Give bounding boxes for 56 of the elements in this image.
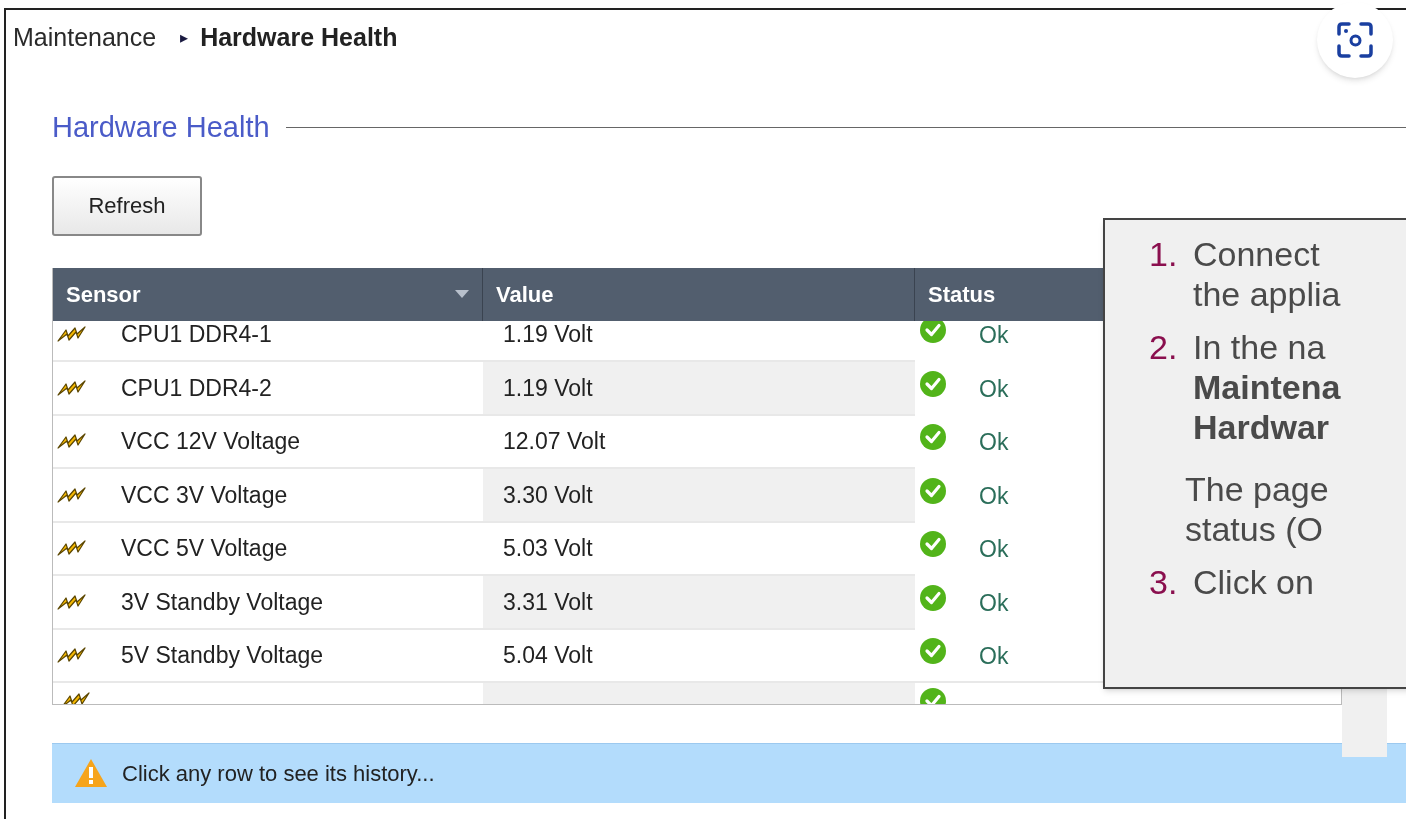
scan-icon[interactable] [1317, 2, 1393, 78]
step-text: Click on [1193, 562, 1314, 602]
status-cell-text: Ok [979, 642, 1009, 671]
page-title: Hardware Health [200, 22, 398, 54]
check-circle-icon [919, 369, 947, 398]
voltage-icon [61, 691, 91, 704]
sensor-cell-text: CPU1 DDR4-1 [121, 320, 272, 349]
value-cell-text: 3.31 Volt [503, 587, 593, 617]
sensor-cell-text: VCC 12V Voltage [121, 427, 300, 456]
step-note: The page [1185, 469, 1330, 509]
step-number: 2. [1148, 327, 1179, 368]
step-note: status (O [1185, 509, 1324, 549]
value-cell-text: 1.19 Volt [503, 320, 593, 349]
step-number: 1. [1148, 234, 1179, 275]
voltage-icon [57, 592, 87, 611]
step-text: the applia [1193, 274, 1341, 314]
value-cell-text: 5.03 Volt [503, 534, 593, 563]
check-circle-icon [919, 583, 947, 612]
step-text: In the na [1193, 327, 1327, 367]
status-cell-text: Ok [979, 535, 1009, 564]
check-circle-icon [919, 637, 947, 666]
voltage-icon [57, 485, 87, 504]
sensor-cell-text: 3V Standby Voltage [121, 587, 324, 617]
status-cell-text: Ok [979, 374, 1009, 404]
breadcrumb-link[interactable]: Maintenance [13, 19, 157, 57]
status-cell-text: Ok [979, 481, 1009, 511]
sensor-cell-text: 5V Standby Voltage [121, 641, 324, 670]
voltage-icon [57, 378, 87, 397]
sensor-cell-text: CPU1 DDR4-2 [121, 373, 272, 403]
breadcrumb-separator: ▸ [180, 28, 189, 48]
step-text: Hardwar [1193, 407, 1331, 447]
sensor-cell-text: VCC 3V Voltage [121, 480, 288, 510]
status-cell-text: Ok [979, 588, 1009, 618]
info-message: Click any row to see its history... [122, 759, 435, 788]
column-header[interactable]: Sensor [53, 267, 483, 321]
check-circle-icon [919, 530, 947, 559]
column-header[interactable]: Value [483, 267, 915, 321]
sensor-cell-text: VCC 5V Voltage [121, 534, 288, 563]
check-circle-icon [919, 423, 947, 452]
step-number: 3. [1148, 562, 1179, 602]
value-cell-text: 1.19 Volt [503, 373, 593, 403]
voltage-icon [57, 539, 87, 558]
step-text: Connect [1193, 234, 1321, 274]
section-title: Hardware Health [52, 110, 270, 145]
voltage-icon [57, 325, 87, 344]
refresh-button[interactable]: Refresh [52, 175, 202, 236]
voltage-icon [57, 432, 87, 451]
check-circle-icon [919, 476, 947, 505]
voltage-icon [57, 646, 87, 665]
status-cell-text: Ok [979, 428, 1009, 457]
status-cell-text: Ok [979, 321, 1009, 350]
value-cell-text: 12.07 Volt [503, 427, 606, 456]
value-cell-text: 5.04 Volt [503, 641, 593, 670]
value-cell-text: 3.30 Volt [503, 480, 593, 510]
step-text: Maintena [1193, 367, 1341, 407]
warning-icon [74, 758, 108, 788]
